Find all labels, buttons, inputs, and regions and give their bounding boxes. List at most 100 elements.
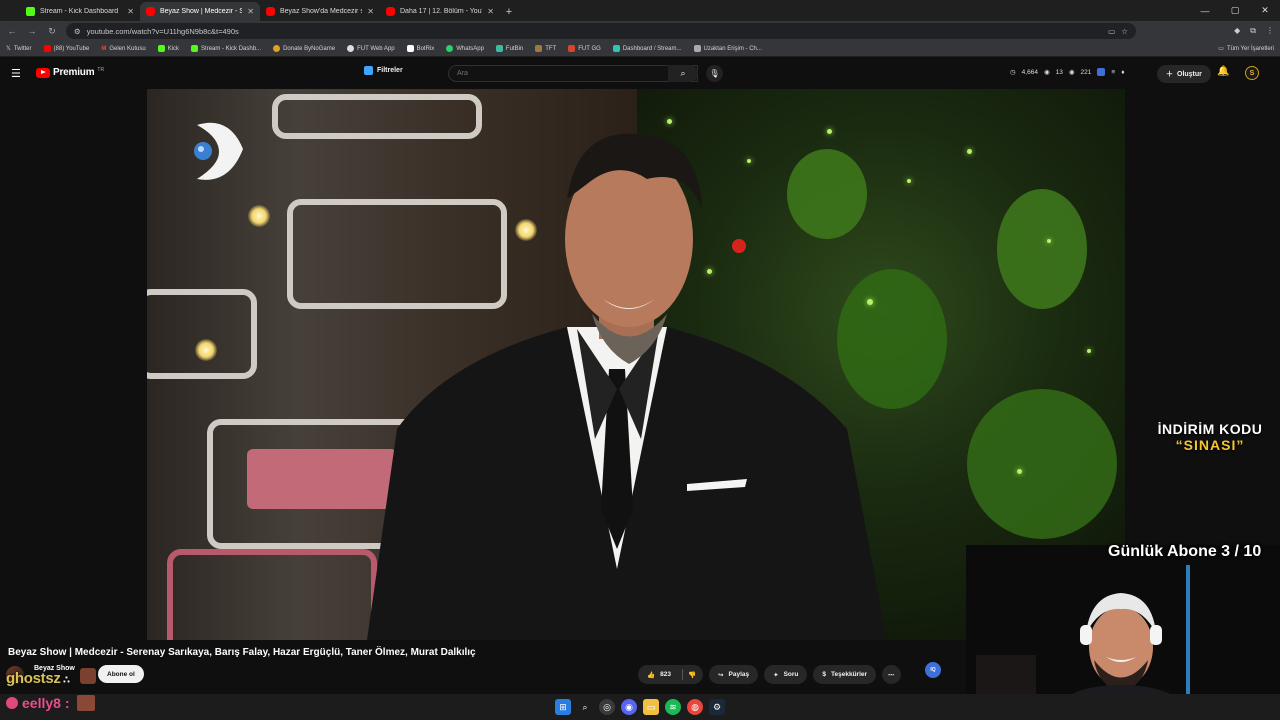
url-text: youtube.com/watch?v=U11hg6N9b8c&t=490s	[86, 26, 239, 36]
share-button[interactable]: ↪ Paylaş	[709, 665, 759, 684]
filters-button[interactable]: Filtreler	[364, 66, 403, 75]
bookmark-remote-access[interactable]: Uzaktan Erişim - Ch...	[693, 45, 762, 52]
bookmark-tft[interactable]: TFT	[535, 45, 556, 52]
chat-message: eelly8 :	[6, 695, 96, 711]
bookmark-kick-dashboard[interactable]: Stream - Kick Dashb...	[191, 45, 261, 52]
close-icon[interactable]: ✕	[367, 7, 374, 16]
new-tab-button[interactable]: +	[500, 2, 518, 21]
tab-kick-dashboard[interactable]: Stream - Kick Dashboard ✕	[20, 2, 140, 21]
forward-button[interactable]: →	[26, 26, 38, 36]
close-icon[interactable]: ✕	[127, 7, 134, 16]
subscribe-button[interactable]: Abone ol	[98, 665, 144, 683]
like-button[interactable]: 👍 823 👎	[638, 665, 704, 684]
youtube-icon	[146, 7, 155, 16]
daily-sub-goal: Günlük Abone 3 / 10	[1108, 543, 1262, 560]
video-actions: 👍 823 👎 ↪ Paylaş ✦ Soru $ Teşekkürler ⋯	[638, 665, 901, 684]
search-icon[interactable]: ⌕	[577, 699, 593, 715]
channel-thumbnail	[80, 668, 96, 684]
create-button[interactable]: ＋ Oluştur	[1157, 65, 1211, 83]
taskbar-icons: ⊞ ⌕ ◎ ◉ ▭ ≋ ◍ ⚙	[555, 699, 725, 715]
extension-badge-icon[interactable]	[1097, 68, 1106, 76]
more-actions-button[interactable]: ⋯	[882, 665, 901, 684]
youtube-icon	[386, 7, 395, 16]
botrix-icon	[406, 45, 414, 52]
eye-icon: ◉	[1068, 69, 1075, 76]
close-icon[interactable]: ✕	[487, 7, 494, 16]
sparkle-icon: ✦	[773, 671, 779, 679]
tab-daha-17[interactable]: Daha 17 | 12. Bölüm - YouTube ✕	[380, 2, 500, 21]
hamburger-menu-icon[interactable]: ☰	[11, 67, 21, 80]
bookmark-kick[interactable]: Kick	[157, 45, 179, 52]
divider	[681, 669, 683, 680]
back-button[interactable]: ←	[6, 26, 18, 36]
mic-icon: 🎙	[709, 69, 720, 78]
menu-dots-icon[interactable]: ⋮	[1266, 26, 1274, 36]
address-bar[interactable]: ⚙ youtube.com/watch?v=U11hg6N9b8c&t=490s…	[66, 23, 1136, 39]
discord-icon[interactable]: ◉	[621, 699, 637, 715]
chat-emote	[77, 695, 96, 711]
minimize-button[interactable]: —	[1190, 0, 1220, 21]
youtube-icon	[266, 7, 275, 16]
tft-icon	[535, 45, 543, 52]
chrome-icon[interactable]: ◍	[687, 699, 703, 715]
windows-start-icon[interactable]: ⊞	[555, 699, 571, 715]
reload-button[interactable]: ↻	[46, 26, 58, 37]
follower-count: 221	[1080, 68, 1092, 76]
close-icon[interactable]: ✕	[247, 7, 254, 16]
youtube-logo[interactable]: Premium TR	[36, 67, 104, 78]
dots-icon: ∴	[60, 675, 70, 686]
steam-icon[interactable]: ⚙	[709, 699, 725, 715]
video-title: Beyaz Show | Medcezir - Serenay Sarıkaya…	[8, 647, 476, 658]
promo-line-1: İNDİRİM KODU	[1157, 421, 1263, 437]
extension-icon[interactable]: ◆	[1234, 26, 1240, 36]
chat-user-icon	[6, 697, 18, 709]
tab-title: Stream - Kick Dashboard	[40, 8, 119, 15]
bookmark-stream-dashboard[interactable]: Dashboard / Stream...	[612, 45, 682, 52]
obs-icon[interactable]: ◎	[599, 699, 615, 715]
bookmark-futbin[interactable]: FutBin	[495, 45, 523, 52]
search-input[interactable]	[448, 65, 698, 82]
side-badge[interactable]: IQ	[925, 662, 941, 678]
maximize-button[interactable]: ▢	[1220, 0, 1250, 21]
bookmark-twitter[interactable]: 𝕏 Twitter	[6, 45, 32, 53]
cast-icon[interactable]: ▭	[1108, 27, 1115, 36]
bookmark-bynogame[interactable]: Donate ByNoGame	[273, 45, 335, 52]
tab-medcezir-skec[interactable]: Beyaz Show'da Medcezir skeç ✕	[260, 2, 380, 21]
file-explorer-icon[interactable]: ▭	[643, 699, 659, 715]
puzzle-icon[interactable]: ⧉	[1250, 26, 1256, 36]
search-button[interactable]: ⌕	[668, 65, 698, 82]
search-icon: ⌕	[680, 68, 686, 78]
bookmark-botrix[interactable]: BotRix	[406, 45, 434, 52]
bookmark-whatsapp[interactable]: WhatsApp	[446, 45, 484, 52]
all-bookmarks[interactable]: ▭ Tüm Yer İşaretleri	[1218, 45, 1274, 53]
bookmark-youtube[interactable]: (88) YouTube	[43, 45, 89, 52]
list-icon[interactable]: ≡	[1111, 69, 1115, 76]
globe-icon	[347, 45, 355, 52]
plus-icon: ＋	[1166, 71, 1173, 78]
youtube-play-icon	[36, 67, 50, 78]
spotify-icon[interactable]: ≋	[665, 699, 681, 715]
close-window-button[interactable]: ✕	[1250, 0, 1280, 21]
voice-search-button[interactable]: 🎙	[706, 65, 723, 82]
bookmark-fut-gg[interactable]: FUT GG	[568, 45, 601, 52]
bookmark-gmail[interactable]: M Gelen Kutusu	[101, 46, 145, 52]
browser-toolbar: ← → ↻ ⚙ youtube.com/watch?v=U11hg6N9b8c&…	[0, 21, 1280, 41]
site-info-icon[interactable]: ⚙	[74, 27, 81, 36]
x-icon: 𝕏	[6, 46, 11, 52]
folder-icon: ▭	[1218, 46, 1224, 52]
remote-desktop-icon	[693, 45, 701, 52]
window-controls: — ▢ ✕	[1190, 0, 1280, 21]
tab-beyaz-show[interactable]: Beyaz Show | Medcezir - Se ✕	[140, 2, 260, 21]
kick-icon	[157, 45, 165, 52]
kick-icon	[191, 45, 199, 52]
star-icon[interactable]: ☆	[1121, 27, 1128, 36]
account-avatar[interactable]: S	[1245, 66, 1259, 80]
browser-tab-strip: Stream - Kick Dashboard ✕ Beyaz Show | M…	[0, 0, 1280, 21]
thanks-button[interactable]: $ Teşekkürler	[813, 665, 877, 684]
ask-button[interactable]: ✦ Soru	[764, 665, 808, 684]
thumbs-down-icon[interactable]: 👎	[688, 671, 696, 679]
thumbs-up-icon: 👍	[647, 671, 656, 679]
bookmark-fut-web-app[interactable]: FUT Web App	[347, 45, 395, 52]
gem-icon[interactable]: ♦	[1121, 69, 1124, 76]
notifications-bell-icon[interactable]: 🔔	[1217, 66, 1229, 77]
